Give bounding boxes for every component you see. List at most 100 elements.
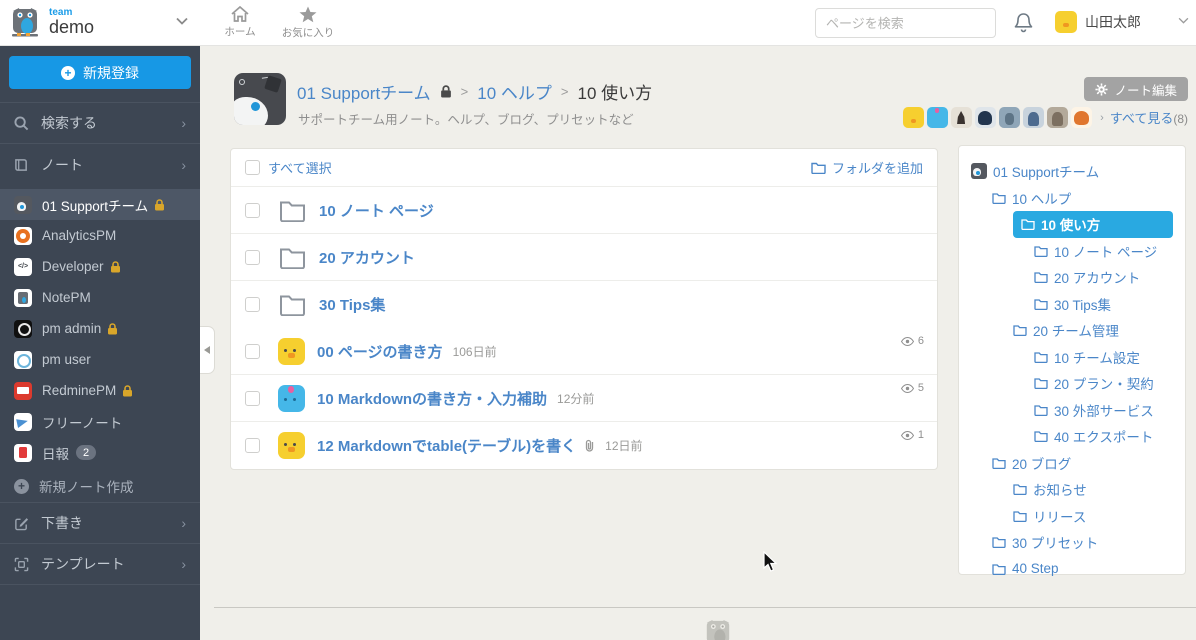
note-icon — [14, 381, 32, 400]
tree-item[interactable]: 30 外部サービス — [1034, 397, 1173, 424]
tree-item[interactable]: 20 プラン・契約 — [1034, 370, 1173, 397]
tree-item[interactable]: 30 プリセット — [992, 529, 1173, 556]
tree-item-label: 01 Supportチーム — [993, 165, 1100, 181]
member-avatar[interactable] — [1071, 107, 1093, 128]
chevron-down-icon[interactable] — [1178, 17, 1189, 24]
breadcrumb-folder-link[interactable]: 10 ヘルプ — [477, 79, 552, 104]
member-avatar[interactable] — [975, 107, 997, 128]
lock-icon — [154, 198, 165, 211]
row-checkbox[interactable] — [245, 297, 260, 312]
nav-favorites[interactable]: お気に入り — [274, 0, 342, 45]
breadcrumb-separator: > — [560, 84, 569, 99]
folder-icon — [1034, 299, 1048, 310]
tree-item-label: 30 Tips集 — [1054, 297, 1112, 313]
tree-item[interactable]: 20 チーム管理 — [1013, 317, 1173, 344]
view-count: 1 — [900, 429, 924, 441]
nav-home[interactable]: ホーム — [206, 0, 274, 45]
folder-title[interactable]: 10 ノート ページ — [319, 200, 434, 221]
sidebar-note-item[interactable]: 01 Supportチーム — [0, 189, 200, 220]
sidebar-item-drafts[interactable]: 下書き › — [0, 503, 200, 544]
user-menu[interactable]: 山田太郎 — [1055, 11, 1141, 33]
folder-row[interactable]: 30 Tips集 — [231, 281, 937, 328]
topbar: team demo ホーム お気に入り 山田太郎 — [0, 0, 1196, 46]
sidebar-note-item[interactable]: 日報 2 — [0, 437, 200, 468]
tree-item[interactable]: リリース — [1013, 503, 1173, 530]
folder-title[interactable]: 20 アカウント — [319, 247, 415, 268]
page-row[interactable]: 00 ページの書き方 106日前 6 — [231, 328, 937, 375]
footer-divider — [214, 607, 1196, 608]
new-page-button[interactable]: + 新規登録 — [9, 56, 191, 89]
sidebar-note-item[interactable]: pm user — [0, 344, 200, 375]
tree-item[interactable]: 10 チーム設定 — [1034, 344, 1173, 371]
folder-row[interactable]: 20 アカウント — [231, 234, 937, 281]
row-checkbox[interactable] — [245, 343, 260, 359]
sidebar-note-item[interactable]: RedminePM — [0, 375, 200, 406]
sidebar-note-item[interactable]: Developer — [0, 251, 200, 282]
edit-note-button[interactable]: ノート編集 — [1084, 77, 1188, 101]
search-input[interactable] — [826, 15, 1002, 31]
folder-row[interactable]: 10 ノート ページ — [231, 187, 937, 234]
sidebar-drafts-label: 下書き — [41, 515, 83, 531]
new-page-button-label: 新規登録 — [83, 64, 139, 81]
sidebar-note-item[interactable]: AnalyticsPM — [0, 220, 200, 251]
sidebar-note-item[interactable]: フリーノート — [0, 406, 200, 437]
view-count: 6 — [900, 335, 924, 347]
page-row[interactable]: 10 Markdownの書き方・入力補助 12分前 5 — [231, 375, 937, 422]
member-avatar[interactable] — [903, 107, 925, 128]
row-checkbox[interactable] — [245, 438, 260, 453]
tree-item[interactable]: 10 ヘルプ — [992, 185, 1173, 212]
folder-title[interactable]: 30 Tips集 — [319, 294, 385, 315]
tree-item[interactable]: 40 エクスポート — [1034, 423, 1173, 450]
view-count: 5 — [900, 382, 924, 394]
breadcrumb-note-link[interactable]: 01 Supportチーム — [297, 79, 431, 104]
note-cover-icon[interactable] — [234, 73, 286, 125]
tree-item[interactable]: 20 ブログ — [992, 450, 1173, 477]
tree-item[interactable]: 40 Step — [992, 556, 1173, 583]
member-avatar[interactable] — [951, 107, 973, 128]
team-switcher[interactable]: team demo — [0, 0, 200, 45]
tree-item[interactable]: 20 アカウント — [1034, 264, 1173, 291]
sidebar-note-item[interactable]: pm admin — [0, 313, 200, 344]
select-all-checkbox[interactable] — [245, 160, 260, 175]
row-checkbox[interactable] — [245, 390, 260, 406]
page-updated-time: 106日前 — [452, 344, 497, 359]
row-checkbox[interactable] — [245, 202, 260, 218]
tree-item[interactable]: お知らせ — [1013, 476, 1173, 503]
folder-icon — [1013, 484, 1027, 496]
row-checkbox[interactable] — [245, 249, 260, 265]
tree-item-label: 20 アカウント — [1054, 271, 1141, 287]
tree-item[interactable]: 10 ノート ページ — [1034, 238, 1173, 265]
member-avatar[interactable] — [927, 107, 949, 128]
member-avatar[interactable] — [1023, 107, 1045, 128]
tree-item-label: 40 エクスポート — [1054, 430, 1154, 446]
tree-item-label: 20 プラン・契約 — [1054, 377, 1154, 393]
sidebar-collapse-handle[interactable] — [200, 326, 215, 374]
home-icon — [231, 6, 249, 22]
member-avatar[interactable] — [999, 107, 1021, 128]
notifications-bell-icon[interactable] — [1014, 12, 1033, 33]
page-title[interactable]: 00 ページの書き方 — [317, 341, 443, 362]
tree-item[interactable]: 30 Tips集 — [1034, 291, 1173, 318]
page-row[interactable]: 12 Markdownでtable(テーブル)を書く 12日前 1 — [231, 422, 937, 469]
add-folder-link[interactable]: フォルダを追加 — [811, 158, 923, 177]
sidebar-note-item[interactable]: NotePM — [0, 282, 200, 313]
member-avatars — [903, 107, 1093, 128]
sidebar-item-search[interactable]: 検索する › — [0, 103, 200, 144]
sidebar-item-notes[interactable]: ノート › — [0, 144, 200, 185]
sidebar-item-templates[interactable]: テンプレート › — [0, 544, 200, 585]
sidebar-notes-label: ノート — [41, 156, 83, 173]
members-row: › すべて見る(8) — [903, 107, 1188, 128]
sidebar-new-note[interactable]: + 新規ノート作成 — [0, 470, 200, 503]
tree-item[interactable]: 01 Supportチーム — [971, 158, 1173, 185]
note-icon — [14, 443, 32, 462]
page-title[interactable]: 10 Markdownの書き方・入力補助 — [317, 388, 547, 409]
chevron-right-icon: › — [181, 515, 186, 531]
tree-item-label: お知らせ — [1033, 483, 1087, 499]
page-updated-time: 12分前 — [557, 391, 595, 406]
tree-item[interactable]: 10 使い方 — [1013, 211, 1173, 238]
select-all-label[interactable]: すべて選択 — [268, 158, 332, 177]
page-title[interactable]: 12 Markdownでtable(テーブル)を書く — [317, 435, 576, 456]
sidebar-note-label: pm user — [42, 352, 91, 367]
member-avatar[interactable] — [1047, 107, 1069, 128]
see-all-members-link[interactable]: すべて見る(8) — [1110, 108, 1188, 127]
